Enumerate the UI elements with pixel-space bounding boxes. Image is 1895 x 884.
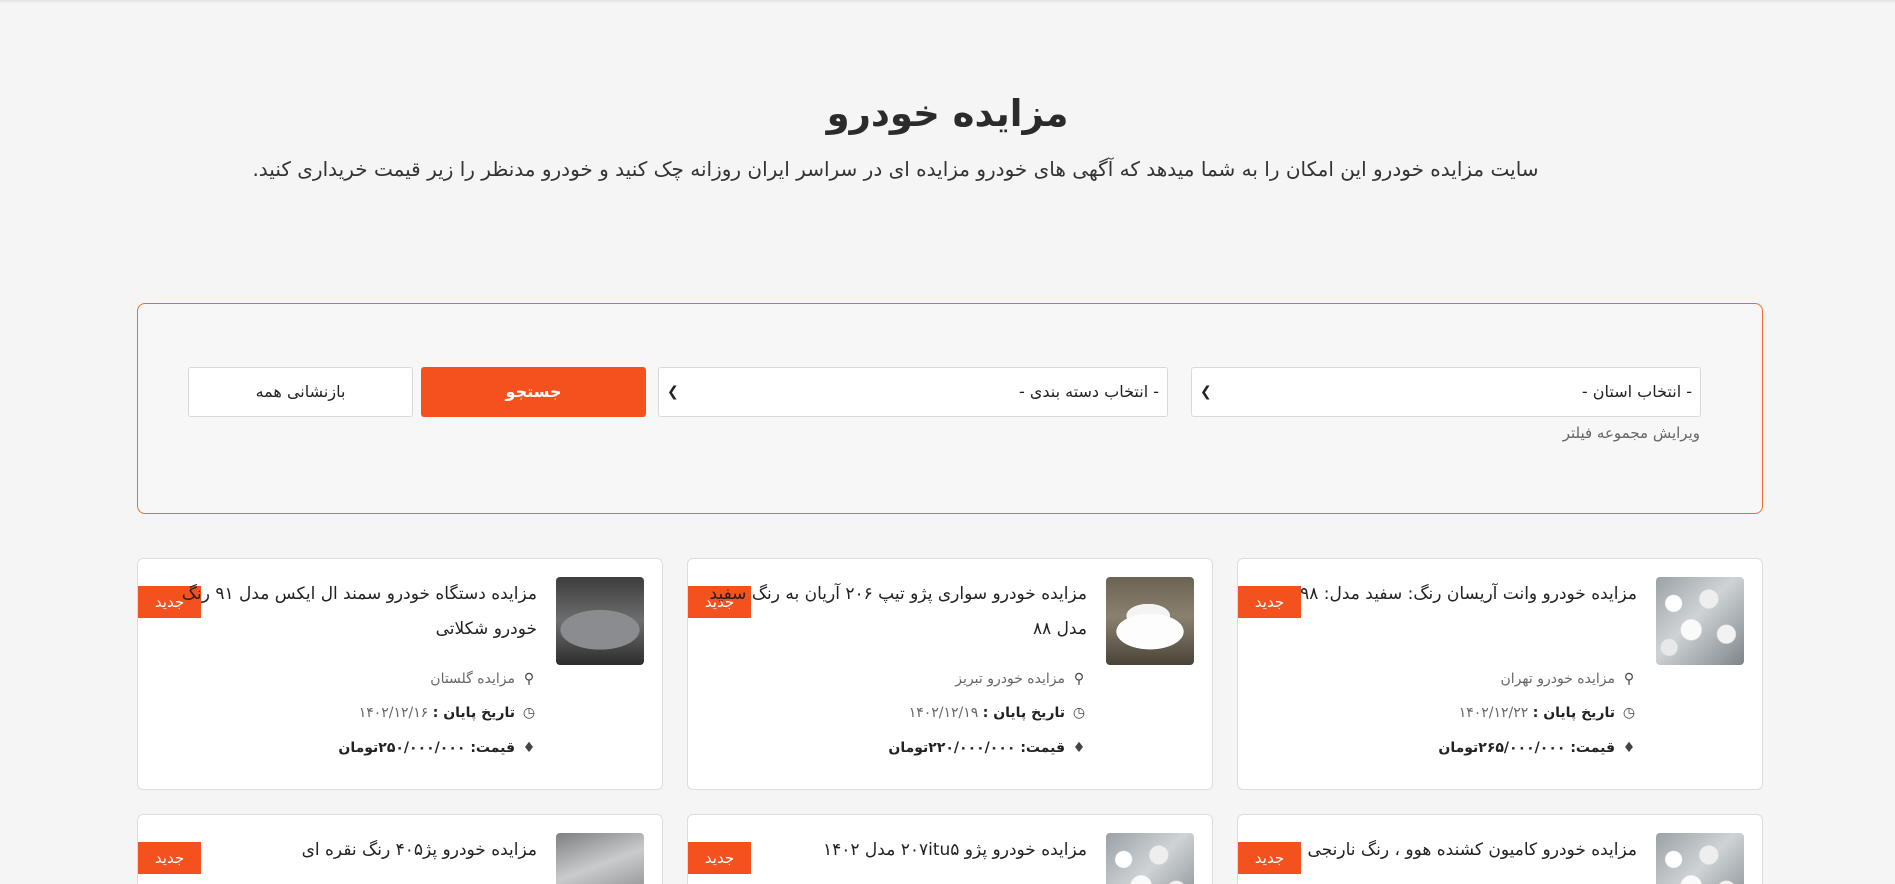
price-value: ۲۵۰/۰۰۰/۰۰۰تومان	[338, 740, 466, 756]
car-thumbnail[interactable]	[1656, 833, 1744, 884]
auction-card[interactable]: جدید مزایده دستگاه خودرو سمند ال ایکس مد…	[137, 558, 663, 790]
card-title[interactable]: مزایده خودرو کامیون کشنده هوو ، رنگ نارن…	[1238, 833, 1637, 868]
card-price: ♦ قیمت: ۲۵۰/۰۰۰/۰۰۰تومان	[338, 740, 537, 756]
clock-icon: ◷	[1072, 705, 1086, 721]
end-date-value: ۱۴۰۲/۱۲/۲۲	[1458, 705, 1529, 721]
province-select-value: - انتخاب استان -	[1581, 382, 1692, 401]
location-text: مزایده خودرو تبریز	[955, 671, 1065, 687]
end-date-value: ۱۴۰۲/۱۲/۱۶	[358, 705, 429, 721]
auction-card[interactable]: جدید مزایده خودرو وانت آریسان رنگ: سفید …	[1237, 558, 1763, 790]
price-label: قیمت:	[1020, 740, 1065, 756]
category-select-value: - انتخاب دسته بندی -	[1018, 382, 1159, 401]
clock-icon: ◷	[522, 705, 536, 721]
car-thumbnail[interactable]	[1106, 577, 1194, 665]
filter-panel: - انتخاب استان - ❯ - انتخاب دسته بندی - …	[137, 303, 1763, 514]
header-shadow	[0, 0, 1895, 4]
tag-icon: ♦	[1072, 740, 1086, 756]
map-pin-icon: ⚲	[1623, 671, 1635, 687]
card-location: ⚲ مزایده خودرو تهران	[1501, 671, 1637, 687]
car-thumbnail[interactable]	[1656, 577, 1744, 665]
tag-icon: ♦	[1622, 740, 1636, 756]
card-title[interactable]: مزایده خودرو وانت آریسان رنگ: سفید مدل: …	[1238, 577, 1637, 612]
reset-all-button[interactable]: بازنشانی همه	[188, 367, 413, 417]
end-date-label: تاریخ پایان :	[432, 705, 515, 721]
car-thumbnail[interactable]	[556, 833, 644, 884]
hero-section: مزایده خودرو سایت مزایده خودرو این امکان…	[0, 92, 1895, 181]
edit-filter-set-link[interactable]: ویرایش مجموعه فیلتر	[1563, 424, 1700, 442]
card-end-date: ◷ تاریخ پایان : ۱۴۰۲/۱۲/۲۲	[1459, 705, 1637, 721]
province-select[interactable]: - انتخاب استان - ❯	[1191, 367, 1701, 417]
card-price: ♦ قیمت: ۲۶۵/۰۰۰/۰۰۰تومان	[1438, 740, 1637, 756]
location-text: مزایده گلستان	[430, 671, 515, 687]
card-title[interactable]: مزایده خودرو پژ۴۰۵ رنگ نقره ای	[138, 833, 537, 868]
page-title: مزایده خودرو	[826, 92, 1069, 135]
card-title[interactable]: مزایده خودرو پژو ۲۰۷itu۵ مدل ۱۴۰۲	[688, 833, 1087, 868]
card-end-date: ◷ تاریخ پایان : ۱۴۰۲/۱۲/۱۹	[909, 705, 1087, 721]
price-value: ۲۶۵/۰۰۰/۰۰۰تومان	[1438, 740, 1566, 756]
clock-icon: ◷	[1622, 705, 1636, 721]
chevron-down-icon: ❯	[667, 384, 679, 400]
car-thumbnail[interactable]	[1106, 833, 1194, 884]
end-date-label: تاریخ پایان :	[982, 705, 1065, 721]
card-title[interactable]: مزایده دستگاه خودرو سمند ال ایکس مدل ۹۱ …	[138, 577, 537, 647]
map-pin-icon: ⚲	[1073, 671, 1085, 687]
card-price: ♦ قیمت: ۲۲۰/۰۰۰/۰۰۰تومان	[888, 740, 1087, 756]
card-location: ⚲ مزایده گلستان	[430, 671, 537, 687]
card-title[interactable]: مزایده خودرو سواری پژو تیپ ۲۰۶ آریان به …	[688, 577, 1087, 647]
car-thumbnail[interactable]	[556, 577, 644, 665]
auction-card[interactable]: جدید مزایده خودرو کامیون کشنده هوو ، رنگ…	[1237, 814, 1763, 884]
auction-card[interactable]: جدید مزایده خودرو پژو ۲۰۷itu۵ مدل ۱۴۰۲	[687, 814, 1213, 884]
location-text: مزایده خودرو تهران	[1500, 671, 1615, 687]
card-location: ⚲ مزایده خودرو تبریز	[955, 671, 1087, 687]
price-label: قیمت:	[1570, 740, 1615, 756]
page-subtitle: سایت مزایده خودرو این امکان را به شما می…	[252, 157, 1539, 181]
end-date-value: ۱۴۰۲/۱۲/۱۹	[908, 705, 979, 721]
price-value: ۲۲۰/۰۰۰/۰۰۰تومان	[888, 740, 1016, 756]
search-button[interactable]: جستجو	[421, 367, 646, 417]
auction-card[interactable]: جدید مزایده خودرو پژ۴۰۵ رنگ نقره ای	[137, 814, 663, 884]
auction-card[interactable]: جدید مزایده خودرو سواری پژو تیپ ۲۰۶ آریا…	[687, 558, 1213, 790]
tag-icon: ♦	[522, 740, 536, 756]
price-label: قیمت:	[470, 740, 515, 756]
map-pin-icon: ⚲	[523, 671, 535, 687]
card-end-date: ◷ تاریخ پایان : ۱۴۰۲/۱۲/۱۶	[359, 705, 537, 721]
end-date-label: تاریخ پایان :	[1532, 705, 1615, 721]
chevron-down-icon: ❯	[1200, 384, 1212, 400]
category-select[interactable]: - انتخاب دسته بندی - ❯	[658, 367, 1168, 417]
